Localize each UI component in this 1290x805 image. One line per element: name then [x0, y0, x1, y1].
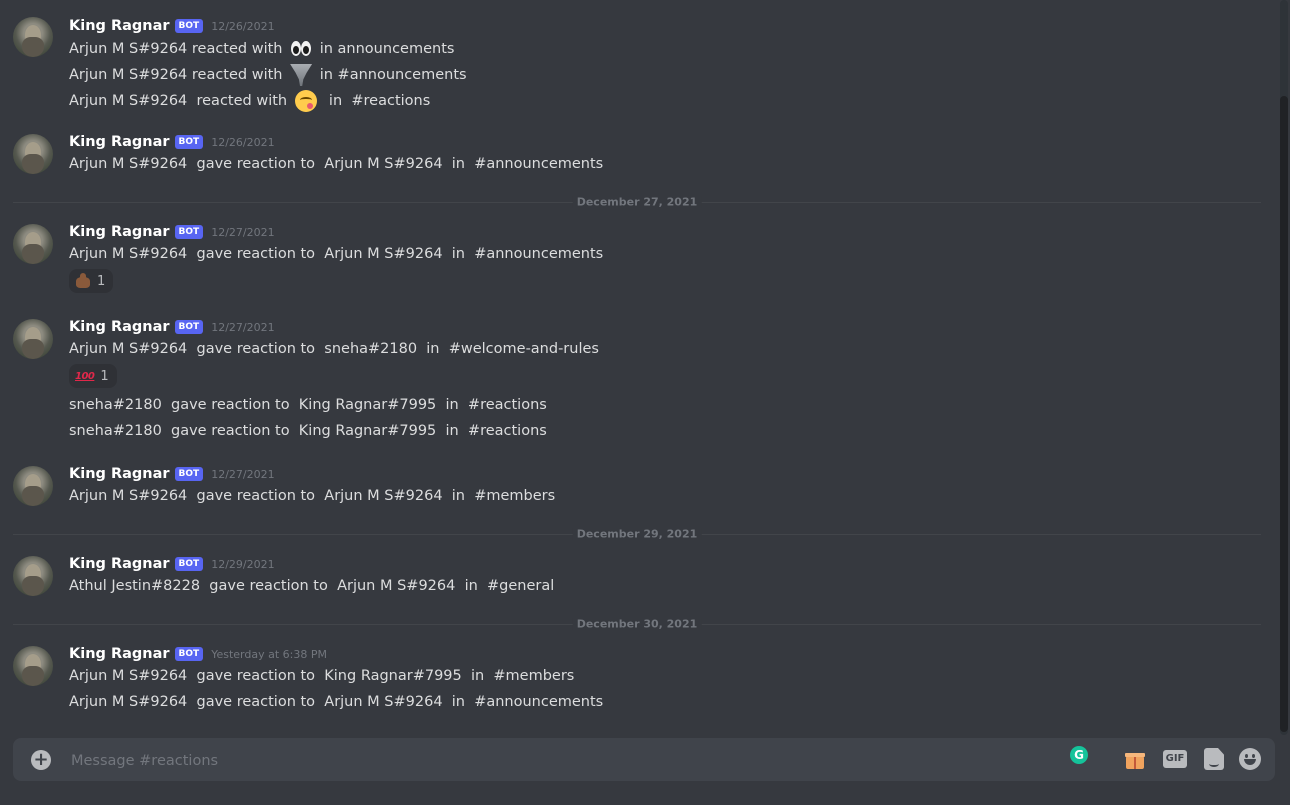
message-line: Arjun M S#9264 reacted with in #announce… [69, 64, 467, 86]
message-line: Arjun M S#9264 gave reaction to King Rag… [69, 668, 575, 684]
reaction-button[interactable]: 1 [69, 269, 114, 293]
gift-icon[interactable] [1125, 749, 1145, 769]
message-line: Arjun M S#9264 gave reaction to Arjun M … [69, 246, 604, 262]
bot-badge: BOT [174, 320, 204, 334]
message-line: Arjun M S#9264 gave reaction to Arjun M … [69, 488, 556, 504]
message-feed[interactable]: King Ragnar BOT 12/26/2021 Arjun M S#926… [0, 0, 1278, 735]
author-name[interactable]: King Ragnar [69, 466, 170, 482]
avatar[interactable] [13, 224, 53, 264]
date-divider: December 29, 2021 [13, 527, 1261, 541]
emoji-picker-icon[interactable] [1239, 748, 1261, 770]
timestamp[interactable]: 12/26/2021 [211, 20, 274, 33]
avatar[interactable] [13, 134, 53, 174]
tornado-icon [290, 64, 313, 86]
avatar[interactable] [13, 646, 53, 686]
author-name[interactable]: King Ragnar [69, 556, 170, 572]
reaction-count: 1 [100, 368, 109, 384]
yum-face-icon [294, 90, 317, 112]
avatar[interactable] [13, 556, 53, 596]
scrollbar-thumb[interactable] [1280, 96, 1288, 732]
message-line: Arjun M S#9264 reacted with in #reaction… [69, 90, 430, 112]
scrollbar[interactable] [1280, 0, 1288, 735]
timestamp[interactable]: 12/27/2021 [211, 468, 274, 481]
message-line: sneha#2180 gave reaction to King Ragnar#… [69, 397, 547, 413]
message-composer: + G GIF [13, 738, 1275, 783]
bot-badge: BOT [174, 647, 204, 661]
avatar[interactable] [13, 466, 53, 506]
avatar[interactable] [13, 17, 53, 57]
sticker-icon[interactable] [1204, 748, 1224, 770]
add-attachment-icon[interactable]: + [31, 750, 51, 770]
bot-badge: BOT [174, 225, 204, 239]
hundred-points-icon: 100 [75, 370, 95, 382]
timestamp[interactable]: Yesterday at 6:38 PM [211, 648, 327, 661]
timestamp[interactable]: 12/26/2021 [211, 136, 274, 149]
reaction-button[interactable]: 100 1 [69, 364, 117, 388]
date-divider: December 27, 2021 [13, 195, 1261, 209]
message-line: Arjun M S#9264 gave reaction to Arjun M … [69, 694, 604, 710]
message-line: Arjun M S#9264 gave reaction to sneha#21… [69, 341, 599, 357]
reaction-count: 1 [97, 273, 106, 289]
message-line: sneha#2180 gave reaction to King Ragnar#… [69, 423, 547, 439]
author-name[interactable]: King Ragnar [69, 646, 170, 662]
bot-badge: BOT [174, 467, 204, 481]
gif-button[interactable]: GIF [1163, 750, 1187, 768]
timestamp[interactable]: 12/27/2021 [211, 321, 274, 334]
author-name[interactable]: King Ragnar [69, 134, 170, 150]
message-line: Athul Jestin#8228 gave reaction to Arjun… [69, 578, 555, 594]
timestamp[interactable]: 12/27/2021 [211, 226, 274, 239]
eyes-icon [290, 38, 312, 60]
bot-badge: BOT [174, 135, 204, 149]
avatar[interactable] [13, 319, 53, 359]
grammarly-icon[interactable]: G [1070, 746, 1088, 764]
timestamp[interactable]: 12/29/2021 [211, 558, 274, 571]
author-name[interactable]: King Ragnar [69, 18, 170, 34]
bot-badge: BOT [174, 557, 204, 571]
poop-icon [75, 273, 91, 289]
bot-badge: BOT [174, 19, 204, 33]
author-name[interactable]: King Ragnar [69, 319, 170, 335]
message-line: Arjun M S#9264 reacted with in announcem… [69, 38, 454, 60]
date-divider: December 30, 2021 [13, 617, 1261, 631]
message-line: Arjun M S#9264 gave reaction to Arjun M … [69, 156, 604, 172]
author-name[interactable]: King Ragnar [69, 224, 170, 240]
message-input[interactable] [69, 738, 1053, 783]
